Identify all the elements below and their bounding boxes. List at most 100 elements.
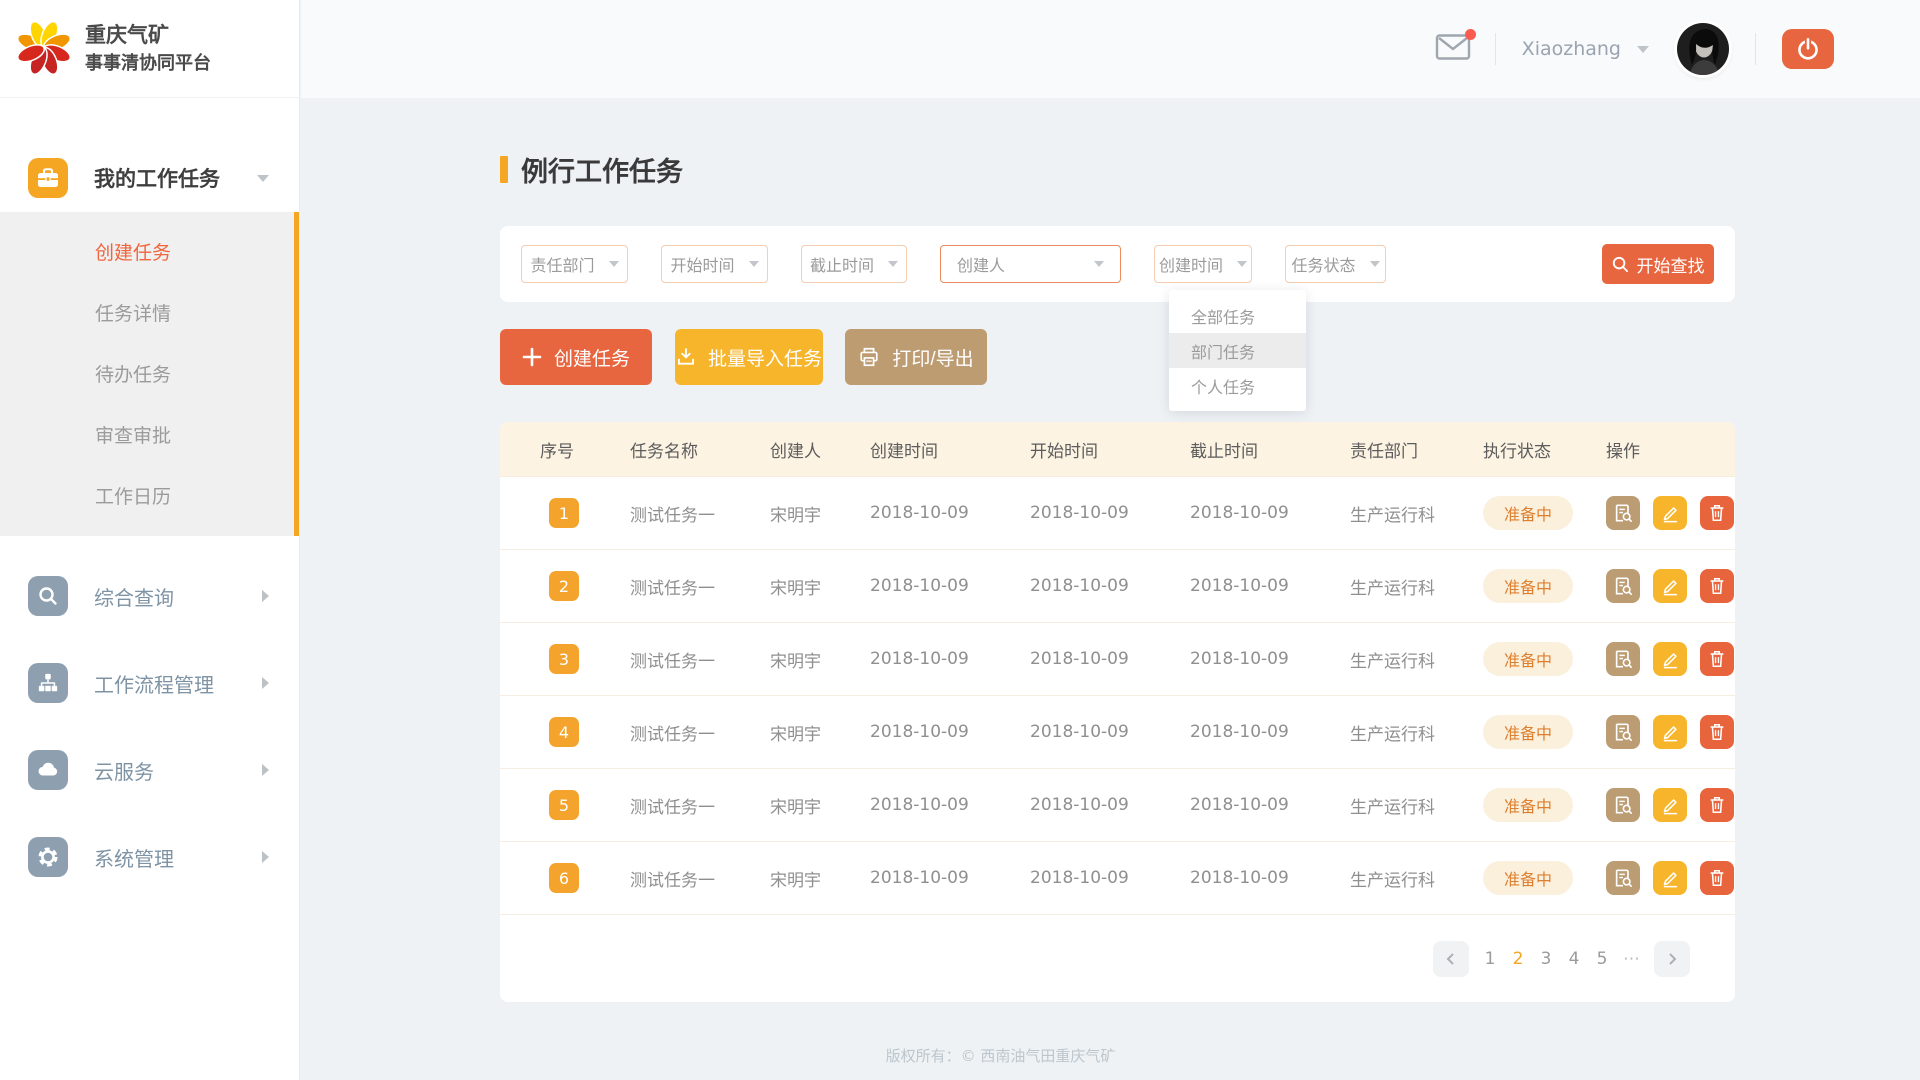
- cell-start: 2018-10-09: [1030, 795, 1190, 815]
- table-row: 2 测试任务一 宋明宇 2018-10-09 2018-10-09 2018-1…: [500, 549, 1735, 622]
- filter-responsible-dept[interactable]: 责任部门: [521, 245, 628, 283]
- search-button-label: 开始查找: [1637, 252, 1705, 277]
- edit-task-button[interactable]: [1653, 788, 1687, 822]
- pagination-page-2[interactable]: 2: [1511, 949, 1525, 969]
- search-button[interactable]: 开始查找: [1602, 244, 1714, 284]
- sidebar-item-系统管理[interactable]: 系统管理: [0, 835, 299, 879]
- edit-task-button[interactable]: [1653, 715, 1687, 749]
- view-task-button[interactable]: [1606, 496, 1640, 530]
- plus-icon: [522, 347, 542, 367]
- logout-power-button[interactable]: [1782, 29, 1834, 69]
- filter-create-time[interactable]: 创建时间: [1154, 245, 1252, 283]
- cell-created: 2018-10-09: [870, 576, 1030, 596]
- col-header-actions: 操作: [1606, 437, 1735, 462]
- status-badge: 准备中: [1483, 569, 1573, 603]
- cell-start: 2018-10-09: [1030, 722, 1190, 742]
- filter-task-status[interactable]: 任务状态: [1285, 245, 1386, 283]
- brand-header: 重庆气矿 事事清协同平台: [0, 0, 299, 98]
- search-icon: [28, 576, 68, 616]
- company-sunburst-logo-icon: [14, 17, 74, 81]
- pencil-icon: [1660, 503, 1680, 523]
- printer-icon: [858, 346, 880, 368]
- row-number-badge: 6: [549, 863, 579, 893]
- row-number-badge: 5: [549, 790, 579, 820]
- header-divider: [1755, 33, 1756, 65]
- username-label[interactable]: Xiaozhang: [1522, 38, 1621, 60]
- delete-task-button[interactable]: [1700, 715, 1734, 749]
- status-badge: 准备中: [1483, 788, 1573, 822]
- sidebar-item-my-tasks[interactable]: 我的工作任务: [0, 155, 299, 201]
- sidebar-item-label: 我的工作任务: [94, 163, 220, 193]
- pagination-page-5[interactable]: 5: [1595, 949, 1609, 969]
- chevron-down-icon: [1237, 261, 1247, 267]
- print-export-button[interactable]: 打印/导出: [845, 329, 987, 385]
- sidebar-item-label: 系统管理: [94, 843, 174, 872]
- sidebar-subitem-work-calendar[interactable]: 工作日历: [0, 465, 299, 526]
- view-task-button[interactable]: [1606, 788, 1640, 822]
- view-task-button[interactable]: [1606, 569, 1640, 603]
- view-task-button[interactable]: [1606, 715, 1640, 749]
- pagination-next-button[interactable]: [1654, 941, 1690, 977]
- top-header: Xiaozhang: [301, 0, 1920, 98]
- filter-label: 创建人: [957, 252, 1005, 276]
- delete-task-button[interactable]: [1700, 642, 1734, 676]
- bulk-import-button[interactable]: 批量导入任务: [675, 329, 823, 385]
- delete-task-button[interactable]: [1700, 569, 1734, 603]
- chevron-right-icon: [262, 590, 269, 602]
- cell-task-name: 测试任务一: [630, 501, 770, 526]
- file-search-icon: [1613, 649, 1633, 669]
- table-row: 1 测试任务一 宋明宇 2018-10-09 2018-10-09 2018-1…: [500, 476, 1735, 549]
- mail-notifications-button[interactable]: [1435, 33, 1471, 65]
- cell-task-name: 测试任务一: [630, 647, 770, 672]
- filter-creator[interactable]: 创建人: [940, 245, 1121, 283]
- sidebar-item-工作流程管理[interactable]: 工作流程管理: [0, 661, 299, 705]
- sidebar-subitem-task-detail[interactable]: 任务详情: [0, 282, 299, 343]
- edit-task-button[interactable]: [1653, 642, 1687, 676]
- cell-created: 2018-10-09: [870, 503, 1030, 523]
- delete-task-button[interactable]: [1700, 496, 1734, 530]
- view-task-button[interactable]: [1606, 861, 1640, 895]
- gear-icon: [28, 837, 68, 877]
- pagination-page-3[interactable]: 3: [1539, 949, 1553, 969]
- user-menu-chevron-icon[interactable]: [1637, 46, 1649, 53]
- create-task-label: 创建任务: [554, 344, 630, 371]
- brand-title: 重庆气矿 事事清协同平台: [85, 21, 211, 76]
- dropdown-option-dept-tasks[interactable]: 部门任务: [1169, 333, 1306, 368]
- pagination-page-1[interactable]: 1: [1483, 949, 1497, 969]
- filter-start-time[interactable]: 开始时间: [661, 245, 768, 283]
- sidebar-item-综合查询[interactable]: 综合查询: [0, 574, 299, 618]
- filter-label: 任务状态: [1291, 252, 1355, 276]
- edit-task-button[interactable]: [1653, 861, 1687, 895]
- sidebar-item-label: 云服务: [94, 756, 154, 785]
- col-header-status: 执行状态: [1483, 437, 1606, 462]
- cell-creator: 宋明宇: [770, 647, 870, 672]
- cell-deadline: 2018-10-09: [1190, 649, 1350, 669]
- delete-task-button[interactable]: [1700, 861, 1734, 895]
- user-avatar[interactable]: [1677, 23, 1729, 75]
- filter-label: 责任部门: [530, 252, 594, 276]
- delete-task-button[interactable]: [1700, 788, 1734, 822]
- cell-deadline: 2018-10-09: [1190, 868, 1350, 888]
- sidebar-item-label: 工作流程管理: [94, 669, 214, 698]
- dropdown-option-all-tasks[interactable]: 全部任务: [1169, 298, 1306, 333]
- bulk-import-label: 批量导入任务: [708, 344, 822, 371]
- create-task-button[interactable]: 创建任务: [500, 329, 652, 385]
- sidebar-item-云服务[interactable]: 云服务: [0, 748, 299, 792]
- sidebar-subitem-review-approve[interactable]: 审查审批: [0, 404, 299, 465]
- dropdown-option-personal-tasks[interactable]: 个人任务: [1169, 368, 1306, 403]
- trash-icon: [1707, 868, 1727, 888]
- sidebar-subitem-todo-task[interactable]: 待办任务: [0, 343, 299, 404]
- pencil-icon: [1660, 868, 1680, 888]
- main-area: 例行工作任务 责任部门 开始时间 截止时间 创建人 创建时间 任务状态: [301, 98, 1920, 1080]
- trash-icon: [1707, 503, 1727, 523]
- view-task-button[interactable]: [1606, 642, 1640, 676]
- edit-task-button[interactable]: [1653, 496, 1687, 530]
- file-search-icon: [1613, 576, 1633, 596]
- edit-task-button[interactable]: [1653, 569, 1687, 603]
- sidebar-subitem-create-task[interactable]: 创建任务: [0, 221, 299, 282]
- filter-deadline[interactable]: 截止时间: [801, 245, 907, 283]
- row-number-badge: 3: [549, 644, 579, 674]
- pagination-page-4[interactable]: 4: [1567, 949, 1581, 969]
- pagination-prev-button[interactable]: [1433, 941, 1469, 977]
- cell-dept: 生产运行科: [1350, 866, 1483, 891]
